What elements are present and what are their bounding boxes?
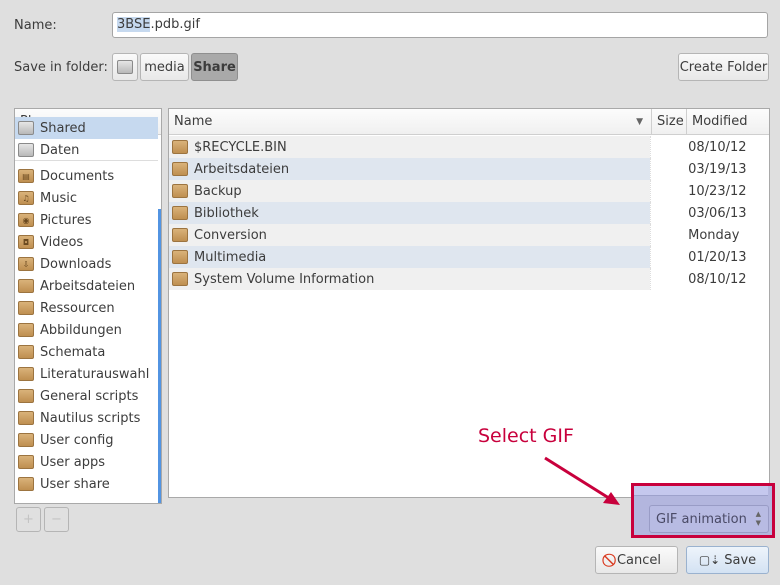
save-label: Save	[724, 552, 757, 568]
cancel-button[interactable]: ⃠Cancel	[595, 546, 678, 574]
cancel-label: Cancel	[616, 552, 662, 568]
annotation-arrow	[544, 456, 620, 505]
save-button[interactable]: ▢⇣ Save	[686, 546, 769, 574]
save-icon: ▢⇣	[698, 553, 721, 567]
